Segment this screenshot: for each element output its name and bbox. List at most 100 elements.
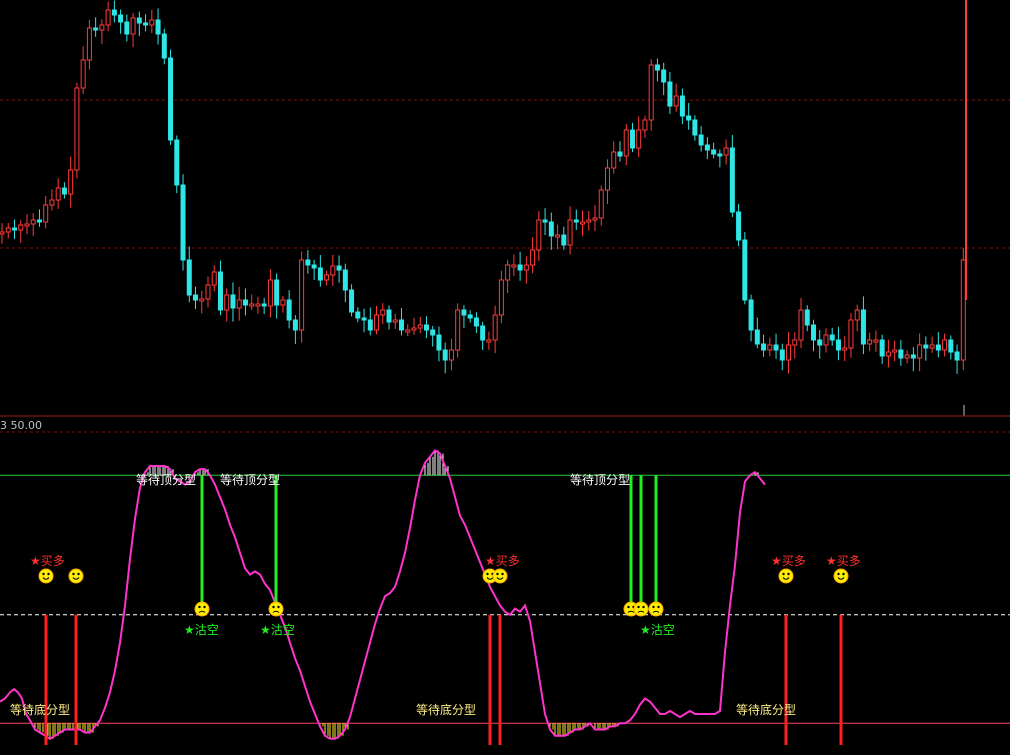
bottom-fractal-label: 等待底分型 (736, 702, 796, 717)
candle-body (492, 314, 498, 341)
candle-body (654, 64, 660, 71)
candle-body (761, 343, 767, 351)
candle-body (910, 354, 916, 359)
candle-body (55, 187, 61, 201)
candle-body (405, 329, 411, 333)
candle-body (417, 324, 423, 329)
candle-body (349, 289, 355, 313)
candle-body (399, 319, 405, 331)
candle-body (598, 189, 604, 219)
candle-body (486, 339, 492, 343)
bottom-fractal-label: 等待底分型 (416, 702, 476, 717)
candle-body (124, 21, 130, 35)
candle-body (448, 349, 454, 361)
candle-body (854, 309, 860, 321)
candle-body (473, 317, 479, 327)
candle-body (754, 329, 760, 345)
candle-body (386, 309, 392, 323)
candle-body (249, 303, 255, 307)
candle-body (36, 219, 42, 223)
candle-body (904, 354, 910, 359)
candle-body (948, 339, 954, 353)
candle-body (130, 17, 136, 35)
candle-body (667, 81, 673, 107)
candle-body (917, 344, 923, 359)
candle-body (74, 87, 80, 171)
candle-body (236, 299, 242, 309)
candle-body (810, 324, 816, 341)
sad-face-icon (633, 601, 649, 617)
candle-body (592, 217, 598, 221)
candle-body (136, 17, 142, 24)
candle-body (848, 319, 854, 349)
candle-body (804, 309, 810, 326)
candle-body (661, 69, 667, 83)
top-fractal-label: 等待顶分型 (570, 473, 630, 487)
candle-body (717, 153, 723, 157)
candle-body (823, 334, 829, 346)
top-fractal-label: 等待顶分型 (136, 473, 196, 487)
candle-body (792, 339, 798, 346)
candle-body (105, 9, 111, 26)
candle-body (361, 317, 367, 321)
candle-body (542, 219, 548, 223)
candle-body (430, 329, 436, 336)
candle-body (636, 129, 642, 149)
candle-body (942, 339, 948, 351)
candle-body (436, 334, 442, 351)
sad-face-icon (194, 601, 210, 617)
candle-body (817, 339, 823, 346)
candle-body (648, 64, 654, 121)
candle-body (111, 9, 117, 16)
candle-body (411, 327, 417, 331)
candle-body (511, 264, 517, 268)
candle-body (149, 19, 155, 26)
candle-body (842, 347, 848, 351)
candle-body (548, 221, 554, 237)
candle-body (723, 147, 729, 156)
smiley-face-icon (833, 568, 849, 584)
candle-body (205, 284, 211, 300)
candle-body (686, 115, 692, 121)
candle-body (617, 151, 623, 157)
candle-body (517, 264, 523, 271)
candle-body (867, 339, 873, 345)
candle-body (311, 264, 317, 269)
smiley-face-icon (68, 568, 84, 584)
candle-body (480, 325, 486, 341)
candle-body (299, 259, 305, 331)
candle-body (798, 309, 804, 341)
candle-body (829, 334, 835, 341)
candle-body (611, 151, 617, 169)
sell-signal-label: ★沽空 (184, 623, 219, 637)
candle-body (342, 269, 348, 291)
candle-body (536, 219, 542, 251)
buy-signal-label: ★买多 (771, 554, 806, 568)
candle-body (698, 134, 704, 146)
sell-signal-label: ★沽空 (260, 623, 295, 637)
chart-background (0, 0, 1010, 755)
candle-body (779, 349, 785, 361)
candle-body (367, 319, 373, 331)
candle-body (555, 234, 561, 238)
candle-body (873, 339, 879, 343)
sell-signal-label: ★沽空 (640, 623, 675, 637)
candle-body (186, 259, 192, 296)
candle-body (330, 265, 336, 276)
candle-body (835, 339, 841, 351)
candle-body (786, 344, 792, 361)
candle-body (168, 57, 174, 141)
candle-body (923, 344, 929, 349)
candle-body (0, 231, 5, 235)
bottom-fractal-label: 等待底分型 (10, 702, 70, 717)
candle-body (180, 184, 186, 261)
candle-body (143, 22, 149, 26)
trading-chart: 3 50.00 等待顶分型 等待顶分型 等待顶分型等待底分型 等待底分型 等待底分型 ★买… (0, 0, 1010, 755)
candle-body (642, 119, 648, 131)
candle-body (567, 219, 573, 246)
candle-body (898, 349, 904, 359)
candle-body (692, 119, 698, 136)
candle-body (885, 351, 891, 357)
candle-body (748, 299, 754, 331)
candle-body (586, 219, 592, 223)
